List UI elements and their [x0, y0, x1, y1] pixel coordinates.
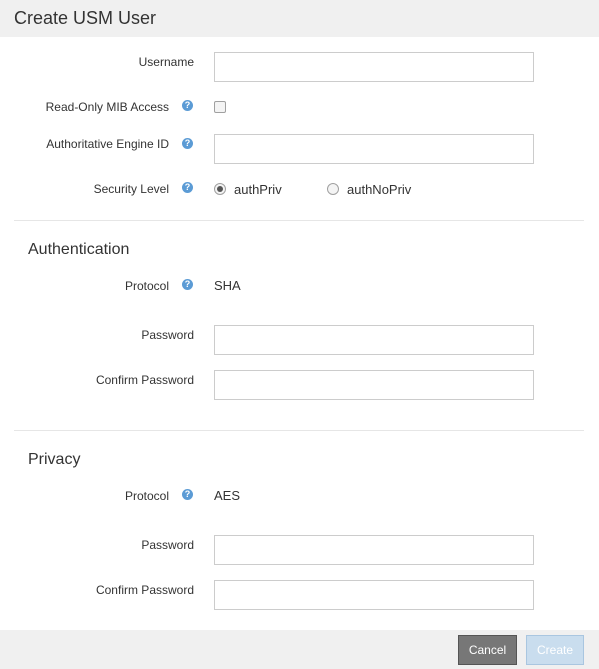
priv-confirm-password-label: Confirm Password: [95, 583, 194, 597]
help-icon[interactable]: ?: [182, 138, 193, 149]
read-only-mib-label: Read-Only MIB Access: [45, 100, 169, 114]
read-only-mib-checkbox[interactable]: [214, 101, 226, 113]
username-label: Username: [138, 55, 194, 69]
authnopriv-radio[interactable]: [327, 183, 339, 195]
priv-confirm-password-input[interactable]: [214, 580, 534, 610]
priv-password-input[interactable]: [214, 535, 534, 565]
divider: [14, 220, 584, 221]
auth-protocol-label: Protocol: [124, 279, 169, 293]
auth-password-label: Password: [141, 328, 194, 342]
priv-protocol-value: AES: [214, 488, 241, 503]
priv-password-label: Password: [141, 538, 194, 552]
privacy-section-title: Privacy: [28, 451, 81, 468]
authpriv-radio[interactable]: [214, 183, 226, 195]
auth-protocol-value: SHA: [214, 278, 241, 293]
engine-id-label: Authoritative Engine ID: [46, 137, 169, 151]
divider: [14, 430, 584, 431]
authentication-section-title: Authentication: [28, 241, 130, 258]
auth-confirm-password-input[interactable]: [214, 370, 534, 400]
help-icon[interactable]: ?: [182, 489, 193, 500]
help-icon[interactable]: ?: [182, 279, 193, 290]
authnopriv-radio-label[interactable]: authNoPriv: [347, 182, 411, 197]
authpriv-radio-label[interactable]: authPriv: [234, 182, 282, 197]
help-icon[interactable]: ?: [182, 100, 193, 111]
engine-id-input[interactable]: [214, 134, 534, 164]
auth-confirm-password-label: Confirm Password: [95, 373, 194, 387]
cancel-button[interactable]: Cancel: [458, 635, 517, 665]
dialog-footer: Cancel Create: [0, 630, 599, 669]
priv-protocol-label: Protocol: [124, 489, 169, 503]
create-button[interactable]: Create: [526, 635, 584, 665]
username-input[interactable]: [214, 52, 534, 82]
help-icon[interactable]: ?: [182, 182, 193, 193]
dialog-title: Create USM User: [14, 8, 157, 28]
auth-password-input[interactable]: [214, 325, 534, 355]
security-level-label: Security Level: [93, 182, 169, 196]
dialog-header: Create USM User: [0, 0, 599, 37]
